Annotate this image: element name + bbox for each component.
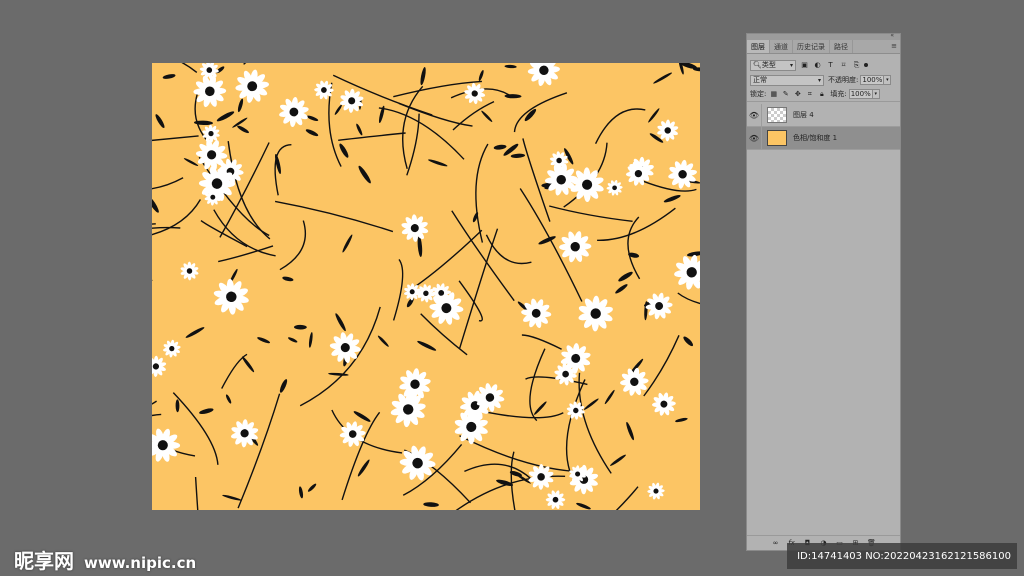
opacity-label: 不透明度: [828, 76, 859, 84]
opacity-input[interactable]: 100% [860, 75, 885, 85]
floral-pattern-image [152, 63, 700, 510]
layer-name[interactable]: 色相/饱和度 1 [793, 133, 837, 143]
layer-row-layer4[interactable]: 👁︎ 图层 4 [747, 104, 900, 127]
tab-history[interactable]: 历史记录 [793, 40, 830, 53]
filter-row: 🔍︎ 类型 ▾ ▣ ◐ T ⌑ ⎘ [747, 57, 900, 73]
layer-list: 👁︎ 图层 4 👁︎ 色相/饱和度 1 [747, 104, 900, 150]
layer-filter-select[interactable]: 🔍︎ 类型 ▾ [750, 59, 796, 71]
search-icon: 🔍︎ [753, 61, 762, 69]
watermark-id-bar: ID:14741403 NO:20220423162121586100 [787, 543, 1017, 569]
tab-paths[interactable]: 路径 [830, 40, 853, 53]
chevron-down-icon: ▾ [789, 61, 793, 69]
collapse-icon[interactable]: « [890, 32, 894, 39]
watermark-id-text: ID:14741403 NO:20220423162121586100 [797, 550, 1011, 562]
document-canvas[interactable] [152, 63, 700, 510]
divider [761, 127, 762, 149]
chevron-down-icon: ▾ [817, 76, 821, 84]
adjustment-filter-icon[interactable]: ◐ [813, 61, 822, 70]
blend-mode-value: 正常 [753, 76, 767, 84]
blend-row: 正常 ▾ 不透明度: 100% ▾ [747, 73, 900, 87]
divider [761, 104, 762, 126]
tab-layers[interactable]: 图层 [747, 40, 770, 53]
link-layers-icon[interactable]: ∞ [771, 538, 781, 548]
fill-label: 填充: [830, 90, 847, 98]
pixel-filter-icon[interactable]: ▣ [800, 61, 809, 70]
lock-pixels-icon[interactable]: ✎ [781, 90, 790, 99]
watermark-url: www.nipic.cn [84, 554, 197, 572]
layers-panel: « 图层 通道 历史记录 路径 ≡ 🔍︎ 类型 ▾ ▣ ◐ T ⌑ ⎘ 正常 ▾… [746, 32, 901, 551]
panel-tabs: 图层 通道 历史记录 路径 ≡ [747, 40, 900, 54]
tab-channels[interactable]: 通道 [770, 40, 793, 53]
type-filter-icon[interactable]: T [826, 61, 835, 70]
panel-menu-icon[interactable]: ≡ [891, 42, 897, 50]
lock-transparent-icon[interactable]: ▦ [769, 90, 778, 99]
layer-row-hue-saturation[interactable]: 👁︎ 色相/饱和度 1 [747, 127, 900, 150]
watermark-logo: 昵享网 [14, 549, 74, 573]
lock-row: 锁定: ▦ ✎ ✥ ⌗ 🔒︎ 填充: 100% ▾ [747, 87, 900, 102]
filter-toggle-icon[interactable] [864, 63, 868, 67]
layer-thumbnail [767, 130, 787, 146]
site-watermark: 昵享网 www.nipic.cn [14, 545, 196, 574]
opacity-dropdown-icon[interactable]: ▾ [884, 75, 892, 85]
filter-value: 类型 [761, 61, 776, 69]
lock-all-icon[interactable]: 🔒︎ [817, 90, 826, 99]
fill-dropdown-icon[interactable]: ▾ [872, 89, 880, 99]
layer-name[interactable]: 图层 4 [793, 110, 814, 120]
visibility-eye-icon[interactable]: 👁︎ [747, 134, 761, 143]
visibility-eye-icon[interactable]: 👁︎ [747, 111, 761, 120]
layer-thumbnail [767, 107, 787, 123]
lock-label: 锁定: [750, 90, 767, 98]
lock-artboard-icon[interactable]: ⌗ [805, 90, 814, 99]
lock-position-icon[interactable]: ✥ [793, 90, 802, 99]
shape-filter-icon[interactable]: ⌑ [839, 61, 848, 70]
fill-input[interactable]: 100% [848, 89, 873, 99]
smart-object-filter-icon[interactable]: ⎘ [852, 61, 861, 70]
blend-mode-select[interactable]: 正常 ▾ [750, 74, 824, 86]
